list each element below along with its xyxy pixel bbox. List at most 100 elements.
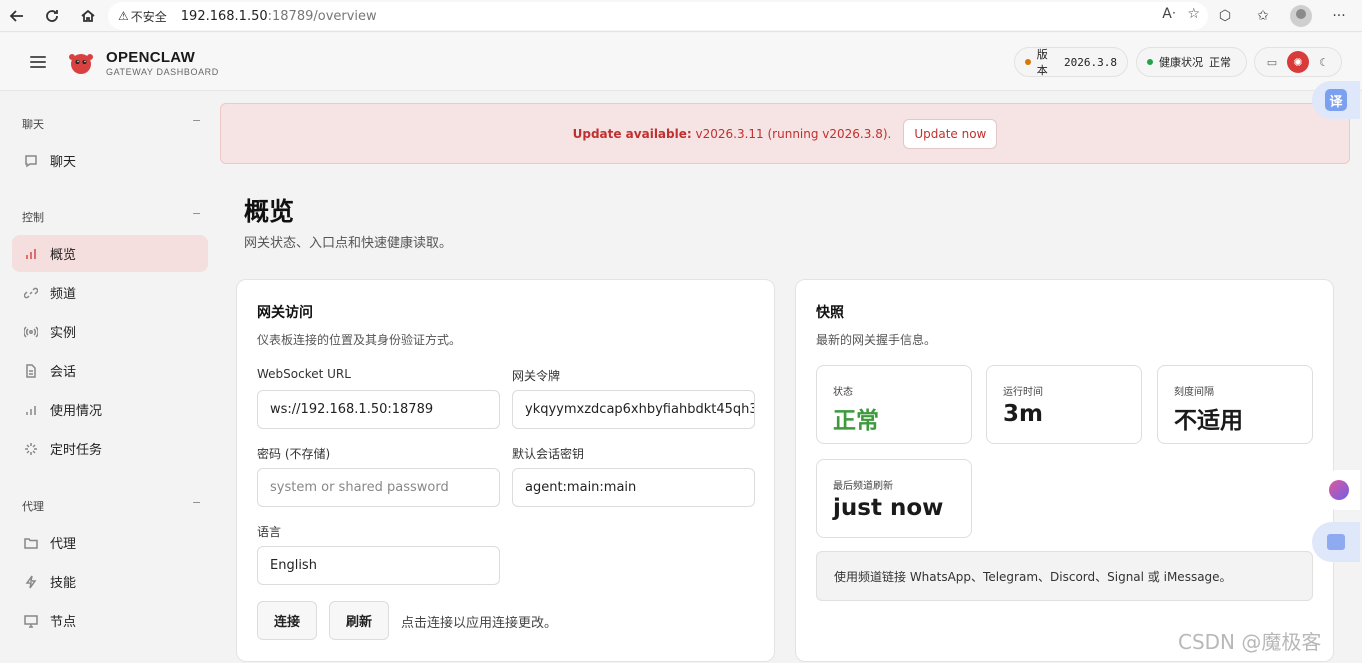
puzzle-icon: ⬡: [1218, 8, 1232, 24]
snapshot-card: 快照 最新的网关握手信息。 状态 正常 运行时间 3m 刻度间隔 不适用 最后频…: [795, 279, 1334, 662]
extensions-button[interactable]: ⬡: [1210, 1, 1240, 31]
sidebar-item-instances[interactable]: 实例: [12, 313, 208, 350]
sidebar-item-label: 节点: [50, 615, 77, 630]
browser-toolbar: ⚠ 不安全 192.168.1.50:18789/overview Aᐧ ☆ ⬡…: [0, 0, 1362, 32]
ai-brain-widget[interactable]: [1318, 470, 1360, 510]
image-tool-widget[interactable]: [1312, 522, 1360, 562]
page-title: 概览: [244, 197, 295, 226]
more-icon: ···: [1332, 8, 1346, 24]
stat-label: 最后频道刷新: [833, 481, 893, 492]
sidebar-item-channels[interactable]: 频道: [12, 274, 208, 311]
session-key-input[interactable]: agent:main:main: [512, 468, 755, 507]
health-label: 健康状况: [1159, 56, 1203, 69]
sidebar-section-control: 控制: [22, 211, 44, 224]
sidebar: 聊天 − 聊天 控制 − 概览 频道 实例 会话 使用情况 定时任务 代理 − …: [0, 92, 220, 663]
reload-icon: [46, 10, 58, 22]
session-key-label: 默认会话密钥: [512, 447, 585, 461]
favorite-star-icon[interactable]: ☆: [1187, 6, 1200, 22]
refresh-button[interactable]: 刷新: [329, 601, 389, 640]
sidebar-item-nodes[interactable]: 节点: [12, 602, 208, 639]
sidebar-item-label: 代理: [50, 537, 77, 552]
stat-uptime: 运行时间 3m: [986, 365, 1142, 444]
more-menu-button[interactable]: ···: [1324, 1, 1354, 31]
sidebar-item-label: 定时任务: [50, 443, 103, 458]
brand-subtitle: GATEWAY DASHBOARD: [106, 67, 219, 77]
status-dot: [1147, 59, 1153, 65]
chat-icon: [24, 154, 38, 168]
card-title: 网关访问: [257, 305, 313, 321]
sidebar-item-label: 频道: [50, 287, 77, 302]
version-label: 版本: [1036, 48, 1048, 77]
stat-value: 不适用: [1174, 408, 1243, 434]
language-label: 语言: [257, 525, 282, 539]
sidebar-item-label: 使用情况: [50, 404, 103, 419]
link-icon: [24, 286, 38, 300]
password-input[interactable]: system or shared password: [257, 468, 500, 507]
sun-theme-icon[interactable]: ✺: [1287, 51, 1309, 73]
channel-notice: 使用频道链接 WhatsApp、Telegram、Discord、Signal …: [816, 551, 1313, 601]
moon-theme-icon[interactable]: ☾: [1313, 51, 1335, 73]
stat-value: 正常: [833, 408, 879, 434]
sidebar-item-sessions[interactable]: 会话: [12, 352, 208, 389]
connect-button[interactable]: 连接: [257, 601, 317, 640]
websocket-url-label: WebSocket URL: [257, 367, 351, 381]
url-host: 192.168.1.50: [180, 8, 268, 24]
loader-icon: [24, 442, 38, 456]
brand-title: OPENCLAW: [106, 49, 196, 66]
sidebar-item-cron[interactable]: 定时任务: [12, 430, 208, 467]
arrow-left-icon: [9, 10, 23, 22]
stat-value: just now: [833, 495, 944, 521]
address-bar[interactable]: ⚠ 不安全 192.168.1.50:18789/overview Aᐧ ☆: [108, 2, 1208, 30]
monitor-theme-icon[interactable]: ▭: [1261, 51, 1283, 73]
folder-icon: [24, 536, 38, 550]
document-icon: [24, 363, 38, 378]
sidebar-item-skills[interactable]: 技能: [12, 563, 208, 600]
sidebar-section-agents: 代理: [22, 500, 44, 513]
collapse-icon[interactable]: −: [192, 114, 201, 127]
brain-icon: [1329, 480, 1349, 500]
update-banner: Update available: v2026.3.11 (running v2…: [220, 103, 1350, 164]
health-badge: 健康状况 正常: [1136, 47, 1247, 77]
sidebar-item-label: 技能: [50, 576, 77, 591]
back-button[interactable]: [2, 1, 32, 31]
stat-status: 状态 正常: [816, 365, 972, 444]
gateway-token-label: 网关令牌: [512, 369, 561, 383]
collapse-icon[interactable]: −: [192, 496, 201, 509]
sidebar-item-overview[interactable]: 概览: [12, 235, 208, 272]
translate-widget[interactable]: 译: [1312, 81, 1360, 119]
monitor-icon: [24, 614, 38, 628]
menu-toggle-icon[interactable]: [30, 56, 46, 68]
sidebar-item-chat[interactable]: 聊天: [12, 142, 208, 179]
card-title: 快照: [816, 305, 844, 321]
collapse-icon[interactable]: −: [192, 207, 201, 220]
gateway-access-card: 网关访问 仪表板连接的位置及其身份验证方式。 WebSocket URL ws:…: [236, 279, 775, 662]
bolt-icon: [24, 575, 38, 589]
watermark-text: CSDN @魔极客: [1178, 630, 1322, 654]
home-button[interactable]: [73, 1, 103, 31]
insecure-label: 不安全: [130, 9, 167, 24]
update-banner-text: v2026.3.11 (running v2026.3.8).: [695, 126, 892, 141]
stat-label: 运行时间: [1003, 387, 1043, 398]
profile-button[interactable]: [1286, 1, 1316, 31]
app-header: OPENCLAW GATEWAY DASHBOARD 版本 2026.3.8 健…: [0, 33, 1362, 91]
websocket-url-input[interactable]: ws://192.168.1.50:18789: [257, 390, 500, 429]
version-badge: 版本 2026.3.8: [1014, 47, 1128, 77]
update-banner-title: Update available:: [572, 126, 692, 141]
status-dot: [1025, 59, 1031, 65]
language-select[interactable]: English: [257, 546, 500, 585]
avatar: [1290, 5, 1312, 27]
page-subtitle: 网关状态、入口点和快速健康读取。: [244, 236, 453, 251]
update-now-button[interactable]: Update now: [903, 118, 998, 149]
image-icon: [1327, 534, 1345, 550]
home-icon: [81, 9, 95, 22]
sidebar-item-agents[interactable]: 代理: [12, 524, 208, 561]
url-path: :18789/overview: [267, 8, 377, 24]
reload-button[interactable]: [37, 1, 67, 31]
favorites-button[interactable]: ✩: [1248, 1, 1278, 31]
sidebar-item-usage[interactable]: 使用情况: [12, 391, 208, 428]
usage-icon: [24, 403, 38, 417]
sidebar-item-label: 聊天: [50, 155, 77, 170]
gateway-token-input[interactable]: ykqyymxzdcap6xhbyfiahbdkt45qh3: [512, 390, 755, 429]
bar-chart-icon: [24, 247, 38, 261]
read-aloud-icon[interactable]: Aᐧ: [1162, 6, 1175, 22]
